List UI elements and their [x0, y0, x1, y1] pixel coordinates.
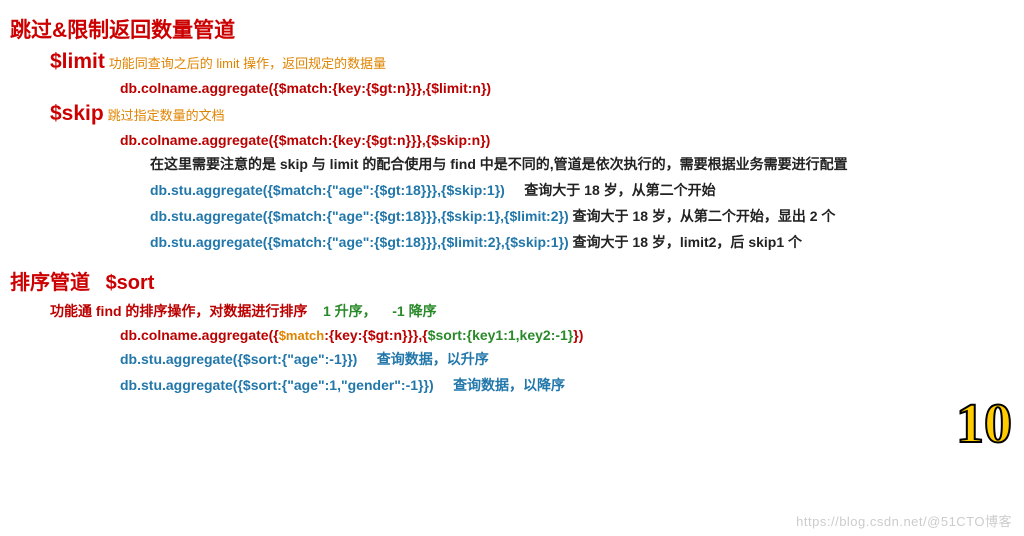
sort-desc-b: 1 升序，	[323, 303, 377, 319]
sort-desc-c: -1 降序	[392, 303, 436, 319]
sort-ex1-code: db.stu.aggregate({$sort:{"age":-1}})	[120, 351, 357, 367]
limit-code-line: db.colname.aggregate({$match:{key:{$gt:n…	[120, 80, 1014, 96]
page-number-badge: 10	[956, 392, 1012, 456]
skip-ex2-code: db.stu.aggregate({$match:{"age":{$gt:18}…	[150, 208, 569, 224]
limit-row: $limit 功能同查询之后的 limit 操作，返回规定的数据量	[50, 50, 1014, 74]
sort-code-mid: :{key:{$gt:n}}},{	[324, 327, 427, 343]
heading-skip-limit: 跳过&限制返回数量管道	[10, 19, 235, 42]
sort-code-end: })	[573, 327, 583, 343]
skip-ex3-code: db.stu.aggregate({$match:{"age":{$gt:18}…	[150, 234, 569, 250]
sort-ex2: db.stu.aggregate({$sort:{"age":1,"gender…	[120, 375, 1014, 395]
sort-code-sort: $sort:{key1:1,key2:-1}	[428, 327, 574, 343]
skip-ex1: db.stu.aggregate({$match:{"age":{$gt:18}…	[150, 180, 1014, 200]
sort-ex2-text: 查询数据，以降序	[453, 377, 565, 393]
limit-keyword: $limit	[50, 50, 105, 73]
section1-title: 跳过&限制返回数量管道	[10, 14, 1014, 44]
limit-code: db.colname.aggregate({$match:{key:{$gt:n…	[120, 80, 491, 96]
sort-ex1: db.stu.aggregate({$sort:{"age":-1}}) 查询数…	[120, 349, 1014, 369]
skip-note: 在这里需要注意的是 skip 与 limit 的配合使用与 find 中是不同的…	[150, 154, 1014, 174]
skip-ex1-code: db.stu.aggregate({$match:{"age":{$gt:18}…	[150, 182, 505, 198]
sort-code-pre: db.colname.aggregate({	[120, 327, 279, 343]
sort-ex2-code: db.stu.aggregate({$sort:{"age":1,"gender…	[120, 377, 434, 393]
section2-title: 排序管道 $sort	[10, 266, 1014, 295]
skip-ex2: db.stu.aggregate({$match:{"age":{$gt:18}…	[150, 206, 1014, 226]
sort-title-b: $sort	[106, 272, 155, 294]
skip-ex3: db.stu.aggregate({$match:{"age":{$gt:18}…	[150, 232, 1014, 252]
skip-row: $skip 跳过指定数量的文档	[50, 102, 1014, 126]
sort-title-a: 排序管道	[10, 272, 90, 294]
skip-ex2-text: 查询大于 18 岁，从第二个开始，显出 2 个	[573, 208, 836, 224]
skip-desc: 跳过指定数量的文档	[108, 108, 225, 123]
skip-ex3-text: 查询大于 18 岁，limit2，后 skip1 个	[573, 234, 803, 250]
sort-desc-a: 功能通 find 的排序操作，对数据进行排序	[50, 303, 307, 319]
skip-ex1-text: 查询大于 18 岁，从第二个开始	[524, 182, 715, 198]
skip-code-line: db.colname.aggregate({$match:{key:{$gt:n…	[120, 132, 1014, 148]
skip-keyword: $skip	[50, 102, 104, 125]
sort-code-match: $match	[279, 328, 325, 343]
sort-code-line: db.colname.aggregate({$match:{key:{$gt:n…	[120, 327, 1014, 343]
sort-desc-row: 功能通 find 的排序操作，对数据进行排序 1 升序， -1 降序	[50, 301, 1014, 321]
skip-code: db.colname.aggregate({$match:{key:{$gt:n…	[120, 132, 490, 148]
sort-ex1-text: 查询数据，以升序	[377, 351, 489, 367]
watermark-text: https://blog.csdn.net/@51CTO博客	[796, 511, 1012, 530]
limit-desc: 功能同查询之后的 limit 操作，返回规定的数据量	[109, 56, 386, 71]
